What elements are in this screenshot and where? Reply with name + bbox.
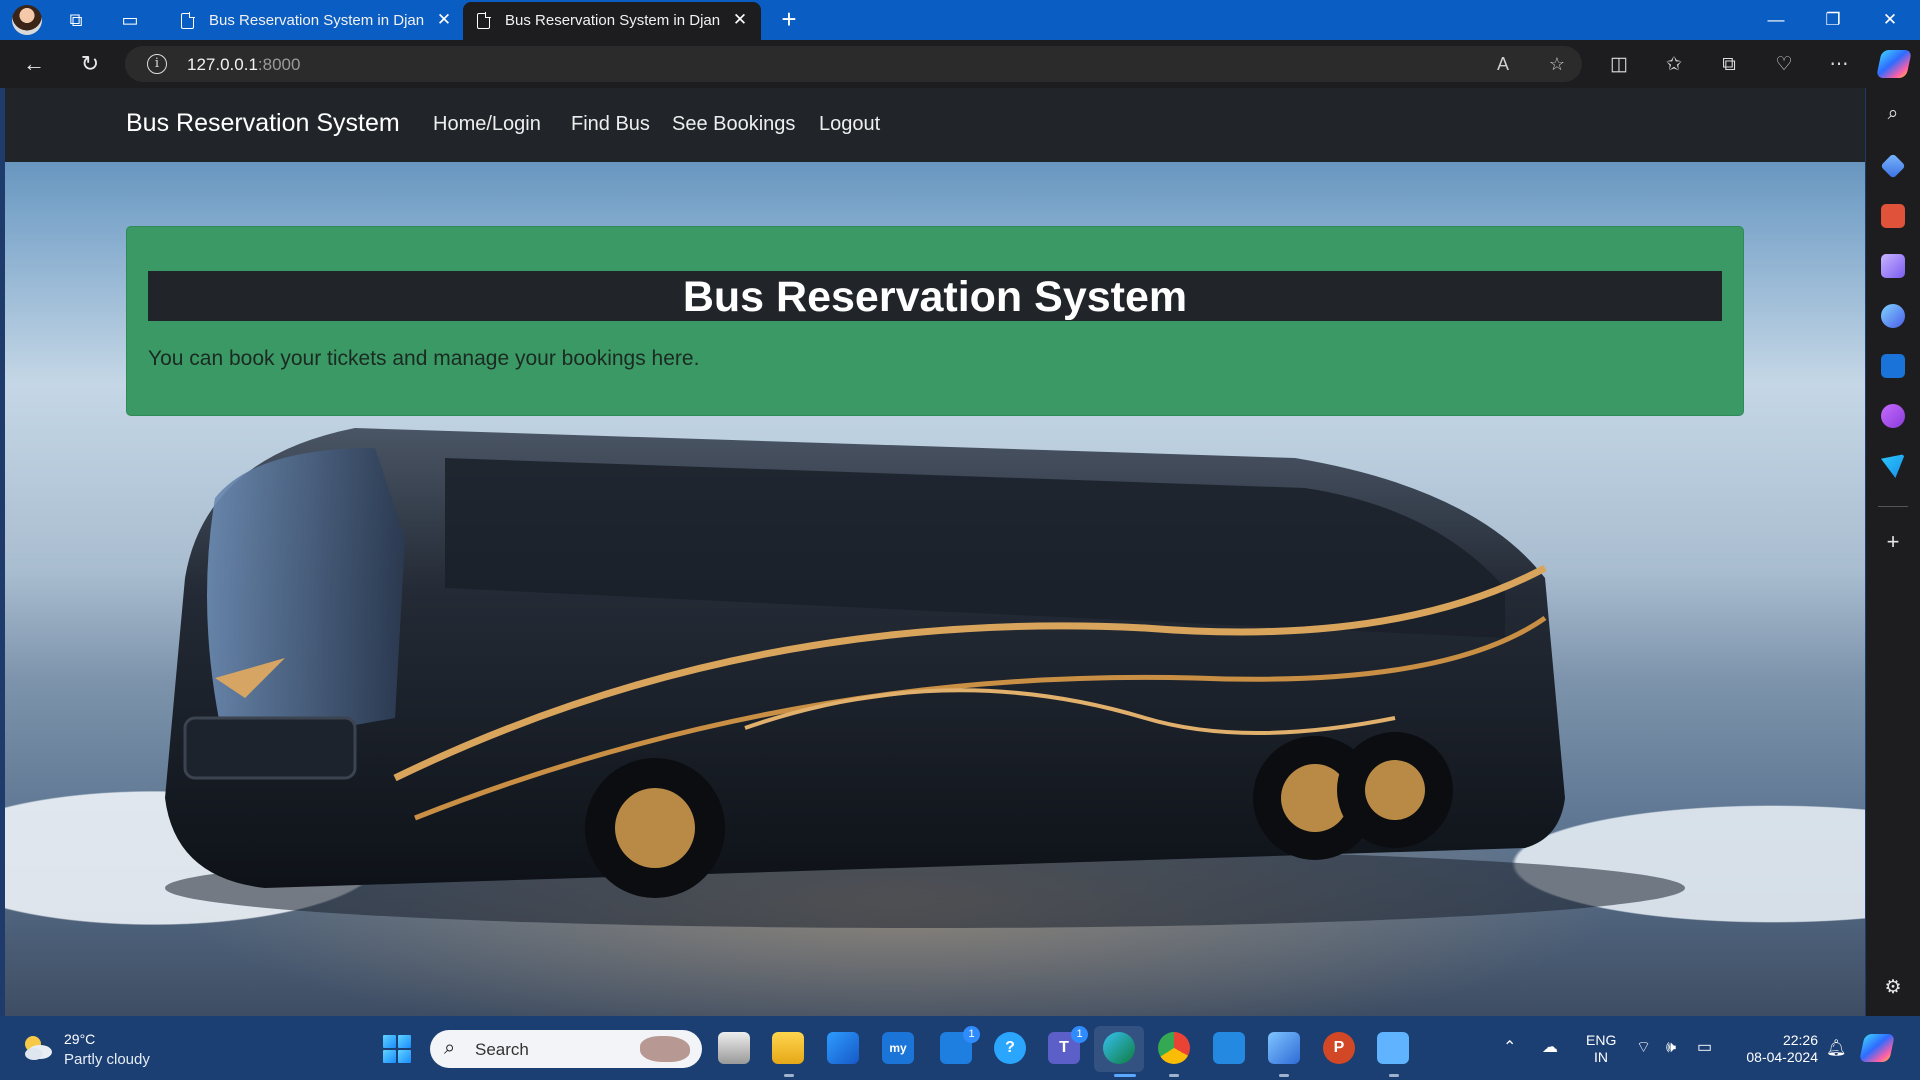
search-icon: ⌕ <box>444 1037 456 1059</box>
close-tab-icon[interactable]: ✕ <box>433 9 455 31</box>
edge-sidebar: ⌕ + ⚙ <box>1866 88 1920 1016</box>
drop-icon[interactable] <box>1881 454 1905 478</box>
copilot-taskbar-icon[interactable] <box>1859 1034 1895 1062</box>
collections-icon[interactable]: ⧉ <box>1716 52 1742 78</box>
search-highlight-art <box>640 1036 690 1062</box>
tab-2-active[interactable]: Bus Reservation System in Django ✕ <box>463 2 761 40</box>
running-indicator <box>1169 1074 1179 1077</box>
navbar-brand[interactable]: Bus Reservation System <box>126 109 400 138</box>
restore-icon[interactable]: ❐ <box>1815 6 1851 34</box>
clock-date: 08-04-2024 <box>1746 1049 1818 1065</box>
page-viewport: Bus Reservation System Home/Login Find B… <box>5 88 1865 1016</box>
hero-title: Bus Reservation System <box>148 271 1722 321</box>
minimize-icon[interactable]: — <box>1758 6 1794 34</box>
site-info-icon[interactable]: i <box>147 54 167 74</box>
running-indicator <box>784 1074 794 1077</box>
hero-panel: Bus Reservation System You can book your… <box>126 226 1744 416</box>
favorite-star-icon[interactable]: ☆ <box>1545 52 1569 76</box>
vscode-icon[interactable] <box>1213 1032 1245 1064</box>
tools-icon[interactable] <box>1881 204 1905 228</box>
favorites-icon[interactable]: ✩ <box>1661 52 1687 78</box>
file-explorer-icon[interactable] <box>772 1032 804 1064</box>
running-indicator <box>1389 1074 1399 1077</box>
task-view-icon[interactable] <box>718 1032 750 1064</box>
hero-subtitle: You can book your tickets and manage you… <box>148 347 700 370</box>
sidebar-divider <box>1878 506 1908 507</box>
wifi-icon[interactable]: ⌔ <box>1636 1038 1651 1058</box>
show-hidden-icons-chevron-icon[interactable]: ⌃ <box>1503 1038 1516 1058</box>
nav-find-bus-link[interactable]: Find Bus <box>571 113 650 136</box>
paint-icon[interactable] <box>1268 1032 1300 1064</box>
back-icon[interactable]: ← <box>20 50 48 78</box>
mail-badge: 1 <box>963 1026 980 1043</box>
taskbar-search[interactable]: ⌕ Search <box>430 1030 702 1068</box>
address-bar[interactable]: i 127.0.0.1:8000 A ☆ <box>125 46 1582 82</box>
region-code: IN <box>1594 1049 1608 1065</box>
site-navbar: Bus Reservation System Home/Login Find B… <box>5 88 1865 162</box>
browser-tab-strip: ⧉ ▭ Bus Reservation System in Django ✕ B… <box>0 0 1920 40</box>
language-indicator[interactable]: ENG IN <box>1586 1032 1616 1066</box>
active-indicator <box>1114 1074 1136 1077</box>
more-menu-icon[interactable]: ⋯ <box>1826 52 1852 78</box>
browser-toolbar: ← ↻ i 127.0.0.1:8000 A ☆ ◫ ✩ ⧉ ♡ ⋯ <box>0 40 1920 88</box>
refresh-icon[interactable]: ↻ <box>76 50 104 78</box>
tab-title: Bus Reservation System in Django <box>505 12 720 29</box>
profile-avatar[interactable] <box>12 5 42 35</box>
clock-time: 22:26 <box>1782 1032 1818 1048</box>
search-placeholder: Search <box>475 1040 529 1059</box>
edge-browser-icon[interactable] <box>1103 1032 1135 1064</box>
teams-badge: 1 <box>1071 1026 1088 1043</box>
sidebar-settings-gear-icon[interactable]: ⚙ <box>1881 976 1905 1000</box>
bus-hero-image <box>165 428 1685 928</box>
nav-home-login-link[interactable]: Home/Login <box>433 113 541 136</box>
close-window-icon[interactable]: ✕ <box>1872 6 1908 34</box>
read-aloud-icon[interactable]: A <box>1491 52 1515 76</box>
nav-logout-link[interactable]: Logout <box>819 113 880 136</box>
close-tab-icon[interactable]: ✕ <box>729 9 751 31</box>
running-indicator <box>1279 1074 1289 1077</box>
onedrive-cloud-icon[interactable]: ☁ <box>1542 1038 1558 1058</box>
battery-icon[interactable]: ▭ <box>1697 1038 1712 1058</box>
browser-essentials-icon[interactable]: ♡ <box>1771 52 1797 78</box>
shopping-tag-icon[interactable] <box>1880 153 1906 179</box>
mail-icon[interactable]: 1 <box>940 1026 980 1064</box>
language-code: ENG <box>1586 1032 1617 1048</box>
workspaces-icon[interactable]: ⧉ <box>64 8 88 32</box>
notification-bell-icon[interactable]: 🔔︎ <box>1826 1038 1846 1058</box>
tab-1[interactable]: Bus Reservation System in Django ✕ <box>167 2 465 40</box>
new-tab-button[interactable]: + <box>775 6 803 34</box>
weather-temperature[interactable]: 29°C <box>64 1031 95 1047</box>
url-text[interactable]: 127.0.0.1:8000 <box>187 55 300 75</box>
powerpoint-icon[interactable]: P <box>1323 1032 1355 1064</box>
outlook-icon[interactable] <box>1881 354 1905 378</box>
volume-icon[interactable]: 🕪 <box>1666 1038 1676 1058</box>
windows-taskbar: 29°C Partly cloudy ⌕ Search my 1 ? T 1 P… <box>0 1016 1920 1080</box>
myhp-icon[interactable]: my <box>882 1032 914 1064</box>
split-screen-icon[interactable]: ◫ <box>1606 52 1632 78</box>
partly-cloudy-icon[interactable] <box>20 1032 54 1062</box>
tab-actions-icon[interactable]: ▭ <box>118 8 142 32</box>
chrome-icon[interactable] <box>1158 1032 1190 1064</box>
teams-icon[interactable]: T 1 <box>1048 1026 1088 1064</box>
nav-see-bookings-link[interactable]: See Bookings <box>672 113 795 136</box>
microsoft-store-icon[interactable] <box>827 1032 859 1064</box>
get-help-icon[interactable]: ? <box>994 1032 1026 1064</box>
notepad-icon[interactable] <box>1377 1032 1409 1064</box>
weather-description[interactable]: Partly cloudy <box>64 1051 150 1068</box>
sidebar-search-icon[interactable]: ⌕ <box>1881 102 1905 126</box>
add-sidebar-app-icon[interactable]: + <box>1881 530 1905 554</box>
designer-icon[interactable] <box>1881 404 1905 428</box>
games-icon[interactable] <box>1881 254 1905 278</box>
windows-start-icon[interactable] <box>383 1035 411 1063</box>
page-icon <box>477 12 491 29</box>
microsoft-365-icon[interactable] <box>1881 304 1905 328</box>
page-icon <box>181 12 195 29</box>
tab-title: Bus Reservation System in Django <box>209 12 424 29</box>
clock[interactable]: 22:26 08-04-2024 <box>1730 1032 1818 1066</box>
